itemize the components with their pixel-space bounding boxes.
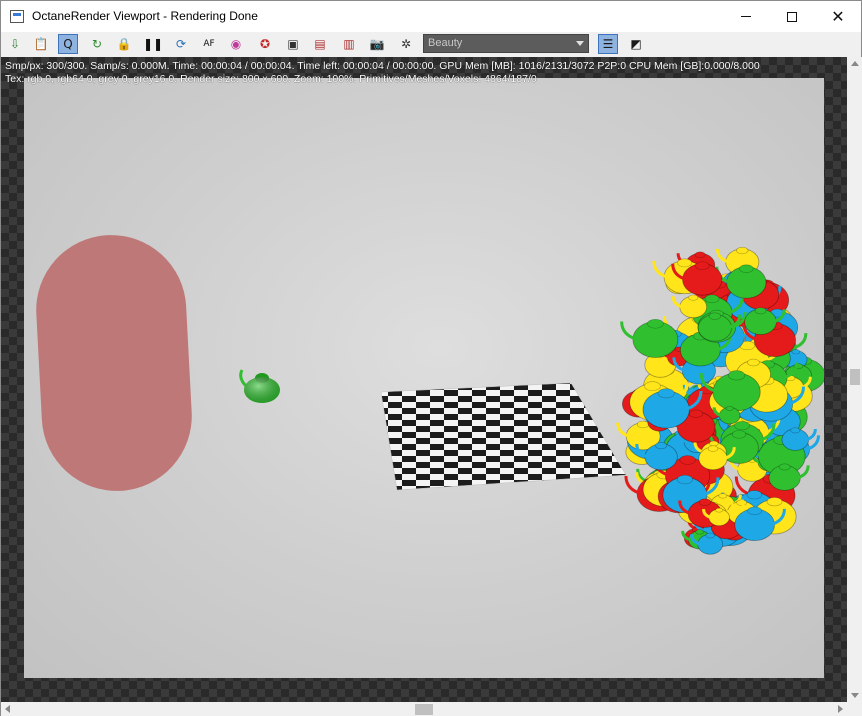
refresh-icon: ⟳: [175, 37, 187, 51]
horizontal-scrollbar[interactable]: [1, 702, 847, 716]
window-title: OctaneRender Viewport - Rendering Done: [32, 9, 258, 23]
lock-button[interactable]: 🔒: [114, 34, 134, 54]
pause-icon: ❚❚: [142, 37, 164, 51]
export-icon: ⇩: [9, 37, 21, 51]
color-picker-icon: ◉: [230, 37, 242, 51]
vertical-scrollbar[interactable]: [847, 57, 862, 702]
app-window-icon: [10, 10, 24, 23]
vertical-scroll-thumb[interactable]: [850, 369, 860, 385]
green-teapot-object: [239, 369, 280, 403]
minimize-icon: [741, 16, 751, 17]
chevron-down-icon: [576, 41, 584, 46]
octane-viewport-window: OctaneRender Viewport - Rendering Done ✕…: [0, 0, 862, 716]
scroll-down-icon[interactable]: [851, 693, 859, 698]
pink-capsule-object: [36, 235, 192, 491]
clipboard-icon: 📋: [33, 37, 49, 51]
image-view-icon: ◩: [630, 37, 642, 51]
scrollbar-corner: [847, 702, 862, 716]
horizontal-scroll-thumb[interactable]: [415, 704, 433, 715]
quick-render-button[interactable]: Q: [58, 34, 78, 54]
material-picker-button[interactable]: ✪: [255, 34, 275, 54]
list-view-button[interactable]: ☰: [598, 34, 618, 54]
close-icon: ✕: [831, 7, 845, 26]
scroll-right-icon[interactable]: [838, 705, 843, 713]
list-view-icon: ☰: [602, 37, 614, 51]
title-bar[interactable]: OctaneRender Viewport - Rendering Done ✕: [1, 1, 861, 32]
material-picker-icon: ✪: [259, 37, 271, 51]
display-settings-icon: ▣: [287, 37, 299, 51]
region-render-button[interactable]: ▤: [310, 34, 330, 54]
rendered-scene: [36, 235, 824, 555]
close-button[interactable]: ✕: [815, 1, 861, 32]
render-stats-line: Smp/px: 300/300. Samp/s: 0.000M. Time: 0…: [5, 60, 760, 72]
lock-icon: 🔒: [116, 37, 132, 51]
image-view-button[interactable]: ◩: [626, 34, 646, 54]
viewport-toolbar: ⇩ 📋 Q ↻ 🔒 ❚❚ ⟳ AF ◉ ✪ ▣ ▤ ▥ 📷 ✲ Beauty ☰ ◩: [1, 32, 861, 57]
scene-stats-line: Tex: rgb 0, rgb64 0, grey 0, grey16 0. R…: [5, 73, 537, 85]
pause-button[interactable]: ❚❚: [143, 34, 163, 54]
focus-picker-icon: AF: [203, 38, 215, 49]
scroll-left-icon[interactable]: [5, 705, 10, 713]
restart-render-icon: ↻: [91, 37, 103, 51]
render-pass-select[interactable]: Beauty: [423, 34, 589, 53]
camera-icon: 📷: [369, 37, 385, 51]
film-region-button[interactable]: ▥: [339, 34, 359, 54]
camera-button[interactable]: 📷: [367, 34, 387, 54]
focus-picker-button[interactable]: AF: [199, 34, 219, 54]
maximize-button[interactable]: [769, 1, 815, 32]
region-render-icon: ▤: [314, 37, 326, 51]
checkerboard-plane-object: [380, 382, 627, 491]
refresh-button[interactable]: ⟳: [171, 34, 191, 54]
settings-gear-button[interactable]: ✲: [396, 34, 416, 54]
color-picker-button[interactable]: ◉: [226, 34, 246, 54]
clipboard-button[interactable]: 📋: [31, 34, 51, 54]
render-image[interactable]: [24, 78, 824, 678]
maximize-icon: [787, 11, 797, 22]
scroll-up-icon[interactable]: [851, 61, 859, 66]
settings-gear-icon: ✲: [400, 37, 412, 51]
quick-render-icon: Q: [63, 37, 73, 51]
export-button[interactable]: ⇩: [5, 34, 25, 54]
minimize-button[interactable]: [723, 1, 769, 32]
display-settings-button[interactable]: ▣: [283, 34, 303, 54]
render-pass-value: Beauty: [428, 37, 463, 49]
render-viewport[interactable]: Smp/px: 300/300. Samp/s: 0.000M. Time: 0…: [1, 57, 847, 702]
film-region-icon: ▥: [343, 37, 355, 51]
teapot-cluster-object: [616, 246, 824, 555]
restart-render-button[interactable]: ↻: [87, 34, 107, 54]
